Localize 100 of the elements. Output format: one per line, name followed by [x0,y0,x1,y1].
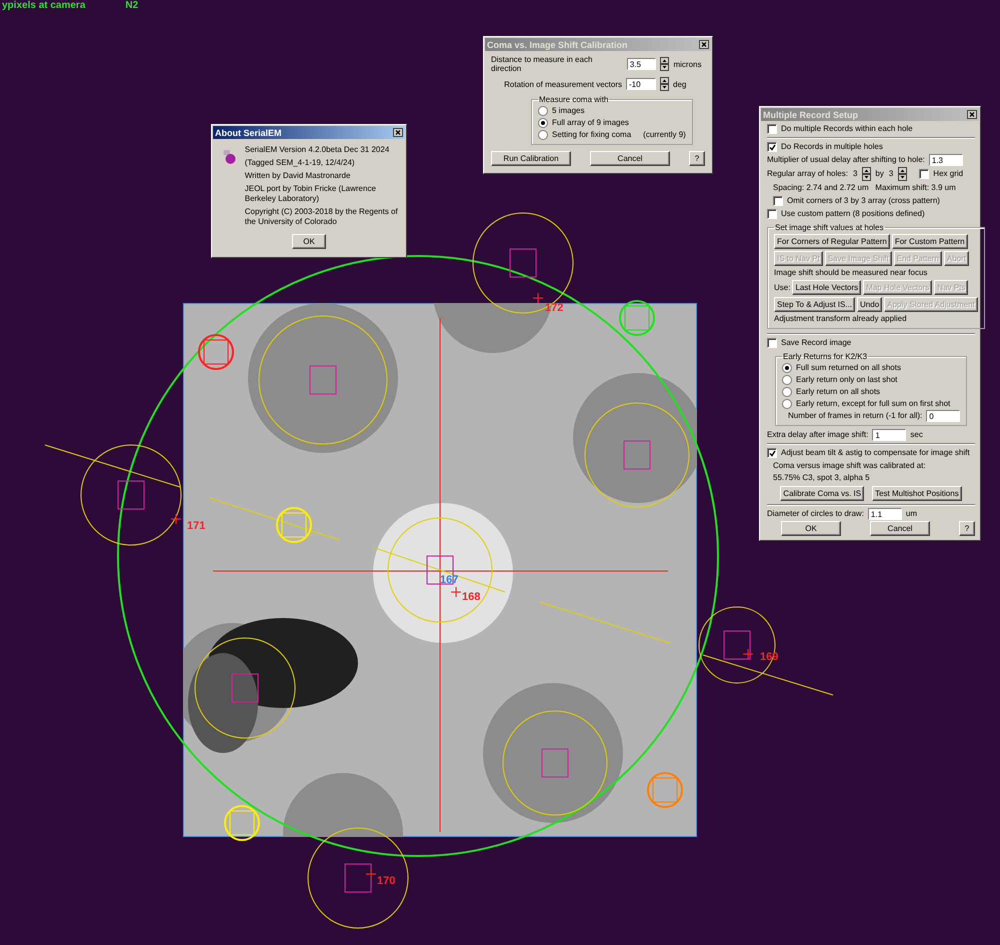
unit-label: deg [673,80,688,88]
number-field[interactable]: -10 [626,78,656,90]
option-label[interactable]: Full array of 9 images [552,117,629,129]
checkbox-label[interactable]: Do multiple Records within each hole [781,123,913,135]
radio-button[interactable] [782,363,792,373]
field-label: Regular array of holes: [767,168,848,180]
marker-circle [647,772,683,808]
checkbox-label[interactable]: Do Records in multiple holes [781,141,883,153]
vector-button[interactable]: Last Hole Vectors [792,280,862,295]
unit-label: um [906,508,918,520]
spacing-text: Spacing: 2.74 and 2.72 um Maximum shift: 3.9 um [773,182,956,194]
spin-control[interactable] [660,57,670,71]
about-text: Written by David Mastronarde [244,171,352,181]
checkbox[interactable] [767,448,777,458]
cancel-button[interactable]: Cancel [590,151,670,166]
spin-control[interactable] [862,167,872,181]
field-label: Distance to measure in each direction [491,55,594,73]
field-label: by [875,168,884,180]
option-label[interactable]: Early return only on last shot [796,374,898,386]
hole-number-label: 170 [377,875,396,887]
number-field[interactable]: 3.5 [626,58,656,70]
calibration-button[interactable]: Calibrate Coma vs. IS [780,486,864,501]
group-title: Early Returns for K2/K3 [782,352,868,361]
option-label[interactable]: Setting for fixing coma [552,129,632,141]
ok-button[interactable]: OK [781,521,841,536]
close-icon[interactable] [699,40,709,49]
marker-circle [619,300,655,336]
calibration-text: Coma versus image shift was calibrated at: [773,460,926,472]
checkbox-label[interactable]: Save Record image [781,337,852,349]
hole-number-label: 172 [545,302,564,314]
about-text: (Tagged SEM_4-1-19, 12/4/24) [244,158,356,168]
help-button[interactable]: ? [959,521,975,536]
window-title: Multiple Record Setup [763,110,858,120]
radio-button[interactable] [782,399,792,409]
window-title: Coma vs. Image Shift Calibration [487,40,628,50]
number-field[interactable]: 1 [872,429,906,441]
marker-circle [198,334,234,370]
radio-button[interactable] [538,106,548,116]
spin-control[interactable] [898,167,908,181]
marker-circle [276,507,312,543]
number-field[interactable]: 0 [926,410,960,422]
about-text: JEOL port by Tobin Fricke (Lawrence Berkeley Laboratory) [244,184,377,204]
adjust-button[interactable]: Step To & Adjust IS... [774,297,856,312]
marker-circle [224,805,260,841]
cross-marker-icon [450,586,462,598]
window-title: About SerialEM [215,128,282,138]
checkbox[interactable] [767,142,777,152]
field-label: Rotation of measurement vectors [504,80,622,88]
about-text: SerialEM Version 4.2.0beta Dec 31 2024 [244,145,390,155]
pattern-button[interactable]: For Custom Pattern [892,234,968,249]
option-label[interactable]: Early return on all shots [796,386,880,398]
number-field[interactable]: 1.1 [868,508,902,520]
close-icon[interactable] [967,110,977,119]
spin-value: 3 [852,168,858,180]
checkbox-label[interactable]: Omit corners of 3 by 3 array (cross pattern) [787,195,940,207]
ok-button[interactable]: OK [292,234,326,249]
cross-marker-icon [532,292,544,304]
checkbox-label[interactable]: Adjust beam tilt & astig to compensate for image shift [781,447,970,459]
pattern-button[interactable]: For Corners of Regular Pattern [774,234,890,249]
cross-marker-icon [366,868,376,880]
close-icon[interactable] [393,128,403,137]
spin-control[interactable] [660,77,669,91]
checkbox-label[interactable]: Hex grid [933,168,964,180]
unit-label: microns [673,60,702,68]
field-label: Number of frames in return (-1 for all): [788,410,922,422]
field-label: Extra delay after image shift: [767,429,868,441]
cross-marker-icon [170,514,182,524]
checkbox[interactable] [767,209,777,219]
cancel-button[interactable]: Cancel [870,521,930,536]
checkbox[interactable] [773,196,783,206]
field-label: Multiplier of usual delay after shifting to hole: [767,154,925,166]
radio-button[interactable] [782,387,792,397]
status-text: N2 [125,0,138,11]
calibration-text: 55.75% C3, spot 3, alpha 5 [773,472,870,484]
run-calibration-button[interactable]: Run Calibration [491,151,571,166]
calibration-button[interactable]: Test Multishot Positions [872,486,962,501]
cross-marker-icon [742,648,754,660]
option-label[interactable]: Full sum returned on all shots [796,362,901,374]
adjust-button[interactable]: Undo [857,297,882,312]
unit-label: sec [910,429,924,441]
checkbox-label[interactable]: Use custom pattern (8 positions defined) [781,208,925,220]
number-field[interactable]: 1.3 [928,154,963,166]
checkbox[interactable] [767,124,777,134]
option-note: (currently 9) [643,129,686,141]
checkbox[interactable] [919,169,930,179]
help-button[interactable]: ? [689,151,705,166]
field-label: Diameter of circles to draw: [767,508,864,520]
field-label: Use: [774,283,790,292]
option-label[interactable]: Early return, except for full sum on first shot [796,398,950,410]
group-title: Set image shift values at holes [774,223,885,232]
checkbox[interactable] [767,338,777,348]
hole-number-label: 171 [187,520,206,532]
radio-button[interactable] [538,130,548,140]
radio-button[interactable] [538,118,548,128]
option-label[interactable]: 5 images [552,105,584,117]
about-text: Copyright (C) 2003-2018 by the Regents of the University of Colorado [244,207,399,227]
status-text: Adjustment transform already applied [774,313,907,325]
radio-button[interactable] [782,375,792,385]
group-title: Measure coma with [538,95,610,104]
spin-value: 3 [888,168,894,180]
